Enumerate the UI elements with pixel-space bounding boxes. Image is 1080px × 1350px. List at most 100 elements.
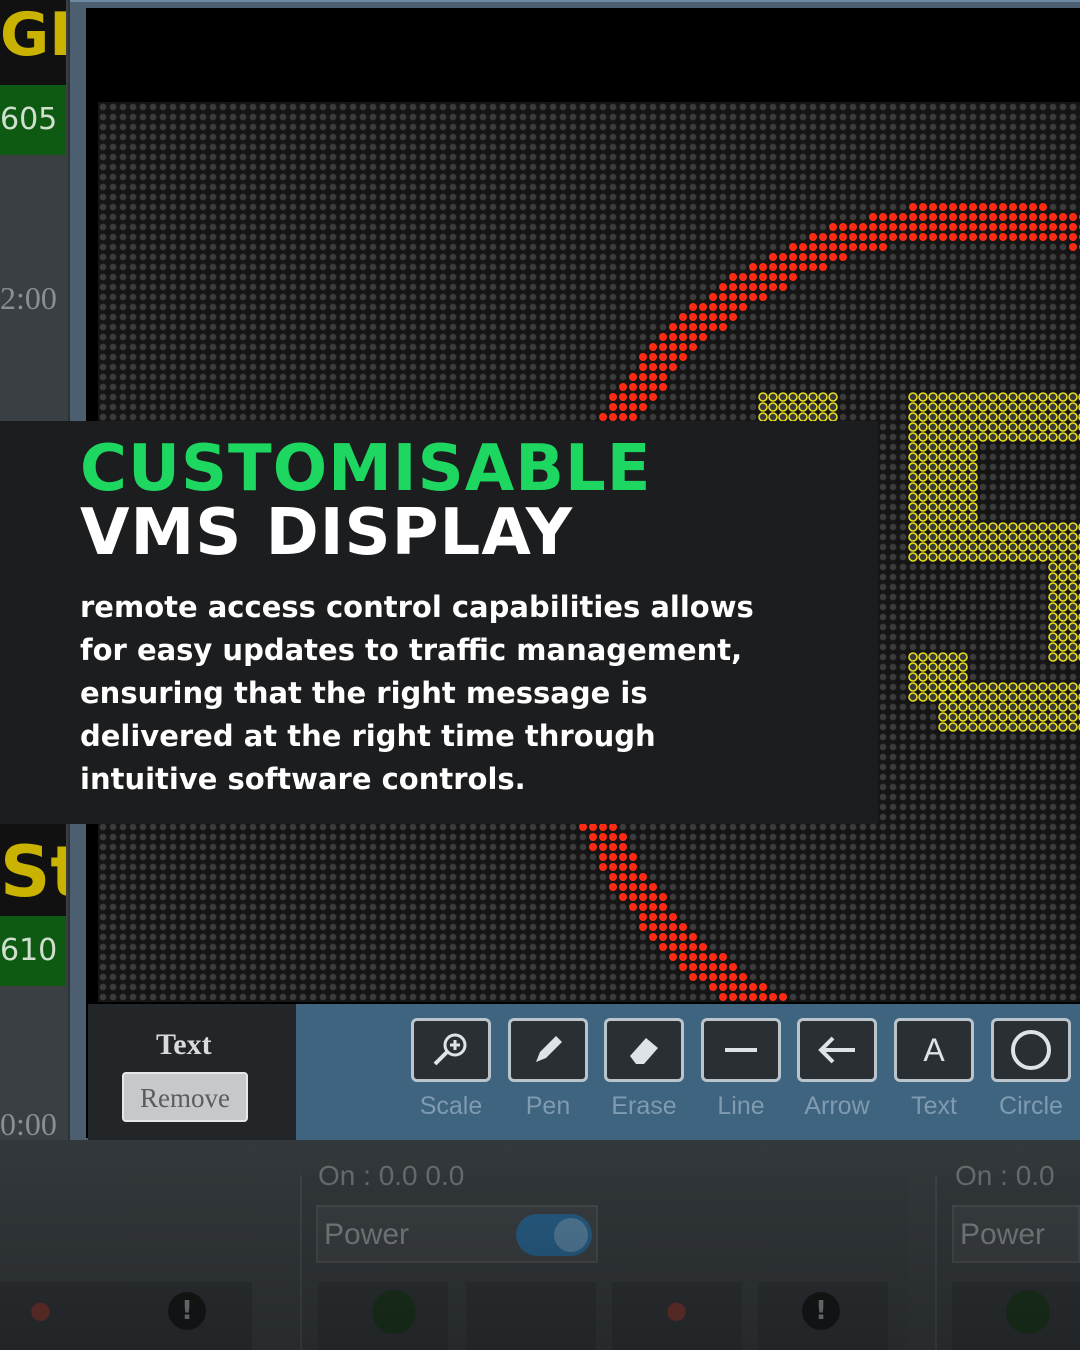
led-ring-pixel [879, 223, 887, 231]
led-ring-pixel [619, 843, 627, 851]
led-digit-pixel [958, 532, 968, 542]
led-digit-pixel [1068, 412, 1078, 422]
led-digit-pixel [928, 442, 938, 452]
led-digit-pixel [908, 482, 918, 492]
led-digit-pixel [988, 722, 998, 732]
led-digit-pixel [1048, 522, 1058, 532]
led-digit-pixel [908, 412, 918, 422]
led-digit-pixel [1048, 682, 1058, 692]
led-digit-pixel [948, 462, 958, 472]
led-ring-pixel [969, 213, 977, 221]
pen-icon [508, 1018, 588, 1082]
led-digit-pixel [1028, 532, 1038, 542]
led-ring-pixel [979, 203, 987, 211]
led-digit-pixel [938, 672, 948, 682]
status-cell [466, 1282, 596, 1350]
headline-secondary: VMS DISPLAY [80, 496, 574, 570]
led-digit-pixel [938, 522, 948, 532]
led-ring-pixel [949, 223, 957, 231]
led-ring-pixel [1069, 223, 1077, 231]
led-ring-pixel [709, 323, 717, 331]
led-ring-pixel [619, 383, 627, 391]
led-ring-pixel [869, 243, 877, 251]
led-ring-pixel [689, 323, 697, 331]
led-ring-pixel [649, 383, 657, 391]
led-ring-pixel [999, 233, 1007, 241]
led-digit-pixel [1058, 532, 1068, 542]
led-ring-pixel [599, 413, 607, 421]
tool-erase[interactable]: Erase [601, 1018, 687, 1121]
led-digit-pixel [908, 452, 918, 462]
led-digit-pixel [1048, 412, 1058, 422]
tool-scale-label: Scale [419, 1092, 483, 1120]
alert-icon[interactable]: ! [168, 1292, 206, 1330]
led-digit-pixel [978, 722, 988, 732]
led-digit-pixel [788, 402, 798, 412]
led-ring-pixel [669, 953, 677, 961]
power-label-left: Power [324, 1218, 410, 1251]
led-ring-pixel [669, 353, 677, 361]
led-ring-pixel [1029, 223, 1037, 231]
led-ring-pixel [759, 293, 767, 301]
tool-scale[interactable]: Scale [408, 1018, 494, 1121]
tool-circle-label: Circle [999, 1092, 1063, 1120]
remove-button[interactable]: Remove [122, 1072, 248, 1122]
promo-body-line: for easy updates to traffic management, [80, 633, 743, 667]
led-digit-pixel [908, 462, 918, 472]
led-digit-pixel [928, 682, 938, 692]
led-ring-pixel [619, 893, 627, 901]
tool-pen[interactable]: Pen [505, 1018, 591, 1121]
led-digit-pixel [998, 702, 1008, 712]
led-digit-pixel [928, 422, 938, 432]
led-digit-pixel [1008, 702, 1018, 712]
led-ring-pixel [659, 383, 667, 391]
led-digit-pixel [918, 692, 928, 702]
tool-text[interactable]: A Text [891, 1018, 977, 1121]
led-ring-pixel [709, 983, 717, 991]
led-digit-pixel [1028, 392, 1038, 402]
led-ring-pixel [719, 953, 727, 961]
led-digit-pixel [958, 552, 968, 562]
led-digit-pixel [948, 472, 958, 482]
led-digit-pixel [928, 672, 938, 682]
led-ring-pixel [689, 933, 697, 941]
led-digit-pixel [968, 682, 978, 692]
led-digit-pixel [988, 522, 998, 532]
led-digit-pixel [988, 532, 998, 542]
led-ring-pixel [929, 223, 937, 231]
led-digit-pixel [1038, 682, 1048, 692]
alert-icon[interactable]: ! [802, 1292, 840, 1330]
led-ring-pixel [879, 243, 887, 251]
led-digit-pixel [1058, 542, 1068, 552]
tool-arrow[interactable]: Arrow [794, 1018, 880, 1121]
led-digit-pixel [1048, 552, 1058, 562]
led-digit-pixel [968, 522, 978, 532]
led-ring-pixel [819, 263, 827, 271]
led-digit-pixel [948, 712, 958, 722]
led-ring-pixel [859, 243, 867, 251]
power-toggle[interactable] [516, 1214, 592, 1256]
led-digit-pixel [918, 392, 928, 402]
globe-icon[interactable] [1006, 1290, 1050, 1334]
led-digit-pixel [1048, 642, 1058, 652]
led-ring-pixel [789, 253, 797, 261]
led-digit-pixel [928, 432, 938, 442]
led-digit-pixel [938, 652, 948, 662]
led-digit-pixel [938, 452, 948, 462]
promo-body-line: delivered at the right time through [80, 719, 656, 753]
led-digit-pixel [1028, 712, 1038, 722]
led-digit-pixel [1038, 702, 1048, 712]
led-ring-pixel [619, 883, 627, 891]
led-ring-pixel [689, 303, 697, 311]
location-pin-icon[interactable]: ● [666, 1296, 687, 1324]
led-digit-pixel [998, 712, 1008, 722]
tool-line[interactable]: Line [698, 1018, 784, 1121]
led-ring-pixel [959, 223, 967, 231]
led-ring-pixel [619, 873, 627, 881]
led-digit-pixel [1048, 612, 1058, 622]
tool-circle[interactable]: Circle [988, 1018, 1074, 1121]
globe-icon[interactable] [372, 1290, 416, 1334]
led-ring-pixel [649, 903, 657, 911]
led-digit-pixel [928, 472, 938, 482]
location-pin-icon[interactable]: ● [30, 1296, 51, 1324]
